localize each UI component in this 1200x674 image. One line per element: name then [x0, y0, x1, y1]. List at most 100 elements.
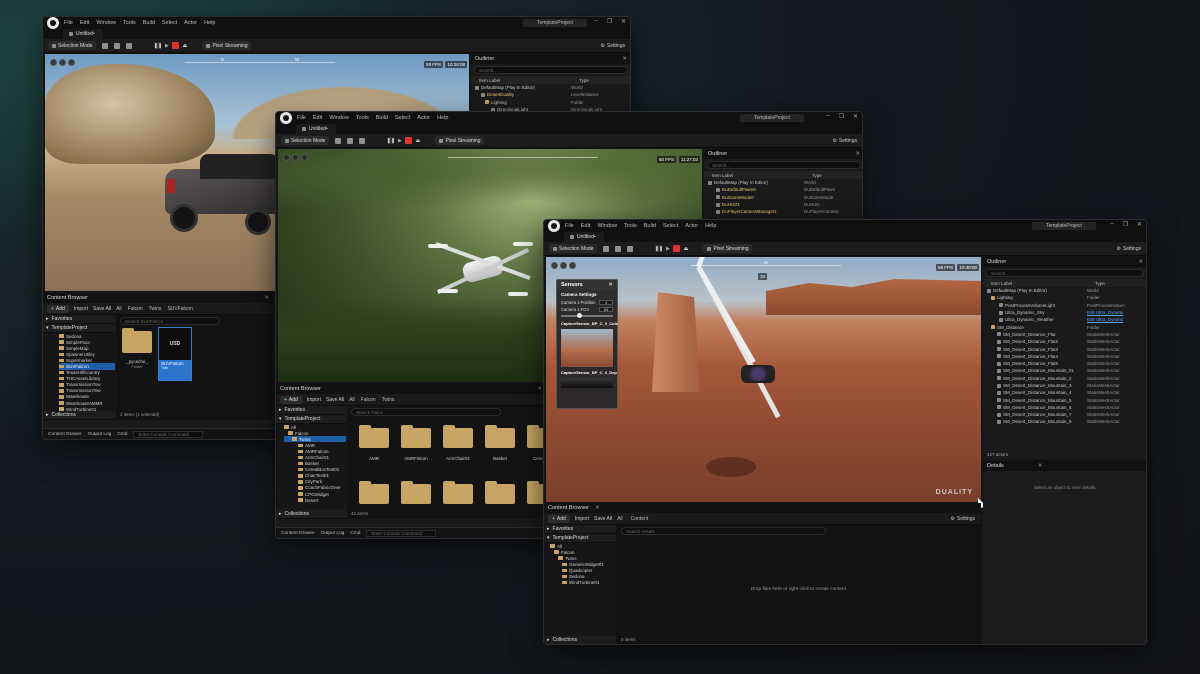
outliner-row[interactable]: DefaultMap (Play In Editor) World — [471, 84, 630, 91]
close-icon[interactable]: ✕ — [1138, 259, 1143, 265]
menu-actor[interactable]: Actor — [184, 20, 197, 26]
folder-tile[interactable]: AMRFalcon — [401, 425, 431, 461]
outliner-row[interactable]: Ultra_Dynamic_Sky Edit Ultra_Dynami — [983, 309, 1146, 316]
breadcrumb-item[interactable]: Content — [631, 516, 649, 522]
pause-icon[interactable]: ❚❚ — [655, 245, 663, 252]
breadcrumb-item[interactable]: All — [617, 516, 623, 522]
stop-icon[interactable] — [172, 42, 180, 49]
outliner-row[interactable]: DuHUD1 DuHUD — [704, 201, 862, 208]
folder-item[interactable]: Desert — [284, 497, 346, 503]
stop-icon[interactable] — [673, 245, 681, 252]
pause-icon[interactable]: ❚❚ — [154, 42, 162, 49]
col-type[interactable]: Type — [812, 173, 822, 178]
folder-tile[interactable] — [359, 481, 389, 504]
minimize-icon[interactable]: – — [594, 18, 597, 25]
maximize-icon[interactable]: ❐ — [607, 18, 612, 25]
console-input[interactable]: Enter Console Command — [366, 529, 437, 537]
folder-tile[interactable]: ArmChair01 — [443, 425, 473, 461]
collections-section[interactable]: ▸ Collections — [544, 636, 616, 644]
level-tab[interactable]: Untitled• — [564, 232, 604, 242]
menu-file[interactable]: File — [297, 115, 306, 121]
selection-mode-button[interactable]: Selection Mode — [281, 136, 330, 145]
folder-tile[interactable] — [443, 481, 473, 504]
breadcrumb-item[interactable]: Twins — [382, 397, 395, 403]
import-button[interactable]: Import — [74, 306, 88, 312]
favorites-section[interactable]: ▸ Favorites — [544, 525, 616, 534]
perspective-icon[interactable] — [292, 154, 299, 161]
menu-build[interactable]: Build — [143, 20, 155, 26]
breadcrumb-item[interactable]: SUVFalcon — [167, 306, 192, 312]
minimize-icon[interactable]: – — [826, 113, 829, 120]
favorites-section[interactable]: ▸ Favorites — [43, 315, 115, 324]
maximize-icon[interactable]: ❐ — [839, 113, 844, 120]
breadcrumb-item[interactable]: Twins — [149, 306, 162, 312]
save-all-button[interactable]: Save All — [93, 306, 111, 312]
close-icon[interactable]: ✕ — [621, 18, 626, 25]
outliner-row[interactable]: DuPlayerCameraManager1 DuPlayerCamera — [704, 208, 862, 215]
asset-tile-selected[interactable]: USD SUVFalcon Twin — [158, 327, 192, 381]
pixel-streaming-button[interactable]: Pixel Streaming — [703, 244, 753, 253]
add-button[interactable]: + Add — [47, 304, 69, 313]
settings-button[interactable]: ⚙ Settings — [600, 43, 625, 49]
project-section[interactable]: ▾ TemplateProject — [43, 324, 115, 333]
outliner-row[interactable]: DefaultMap (Play In Editor) World — [704, 179, 862, 186]
collections-section[interactable]: ▸ Collections — [276, 510, 346, 519]
add-button[interactable]: + Add — [548, 514, 570, 523]
collections-section[interactable]: ▸ Collections — [43, 411, 115, 420]
menu-tools[interactable]: Tools — [624, 223, 637, 229]
outliner-row[interactable]: SM_Desert_Distance_Flat StaticMeshActor — [983, 331, 1146, 338]
eject-icon[interactable]: ⏏ — [682, 245, 689, 252]
menu-file[interactable]: File — [64, 20, 73, 26]
lit-icon[interactable] — [68, 59, 75, 66]
folder-tile[interactable]: _pycache_ Folder — [122, 328, 152, 369]
fov-slider[interactable] — [561, 313, 613, 318]
folder-tile[interactable]: Basket — [485, 425, 515, 461]
content-drawer-button[interactable]: Content Drawer — [48, 432, 82, 437]
menu-select[interactable]: Select — [395, 115, 410, 121]
outliner-row[interactable]: Lighting Folder — [983, 294, 1146, 301]
menu-build[interactable]: Build — [644, 223, 656, 229]
breadcrumb-item[interactable]: All — [349, 397, 355, 403]
settings-button[interactable]: ⚙ Settings — [1116, 246, 1141, 252]
outliner-row[interactable]: DesertDuality LevelInstance — [471, 91, 630, 98]
outliner-search[interactable]: Search... — [474, 66, 628, 74]
camera-fov-input[interactable]: 63 — [599, 307, 613, 312]
cinematics-icon[interactable] — [627, 245, 634, 252]
menu-edit[interactable]: Edit — [313, 115, 322, 121]
minimize-icon[interactable]: – — [1110, 221, 1113, 228]
menu-tools[interactable]: Tools — [123, 20, 136, 26]
close-icon[interactable]: ✕ — [595, 505, 600, 511]
perspective-icon[interactable] — [560, 262, 567, 269]
selection-mode-button[interactable]: Selection Mode — [48, 41, 97, 50]
menu-window[interactable]: Window — [329, 115, 349, 121]
eject-icon[interactable]: ⏏ — [181, 42, 188, 49]
menu-edit[interactable]: Edit — [80, 20, 89, 26]
outliner-row[interactable]: SM_Desert_Distance_Mountain_01 StaticMesh… — [983, 367, 1146, 374]
outliner-row[interactable]: SM_Desert_Distance_Mountain_2 StaticMeshA… — [983, 375, 1146, 382]
menu-window[interactable]: Window — [597, 223, 617, 229]
menu-help[interactable]: Help — [437, 115, 448, 121]
import-button[interactable]: Import — [575, 516, 589, 522]
menu-select[interactable]: Select — [663, 223, 678, 229]
outliner-row[interactable]: SM_Desert_Distance_Flat5 StaticMeshActor — [983, 360, 1146, 367]
menu-help[interactable]: Help — [204, 20, 215, 26]
outliner-row[interactable]: SM_Desert_Distance_Flat3 StaticMeshActor — [983, 345, 1146, 352]
project-section[interactable]: ▾ TemplateProject — [276, 415, 346, 424]
outliner-row[interactable]: SM_Desert_Distance_Mountain_4 StaticMeshA… — [983, 389, 1146, 396]
col-type[interactable]: Type — [1095, 281, 1105, 286]
output-log-button[interactable]: Output Log — [88, 432, 112, 437]
maximize-icon[interactable]: ❐ — [1123, 221, 1128, 228]
project-section[interactable]: ▾ TemplateProject — [544, 534, 616, 543]
outliner-row[interactable]: SM_Desert_Distance_Flat2 StaticMeshActor — [983, 338, 1146, 345]
cinematics-icon[interactable] — [359, 137, 366, 144]
blueprint-icon[interactable] — [615, 245, 622, 252]
close-icon[interactable]: ✕ — [622, 56, 627, 62]
col-item-label[interactable]: Item Label — [991, 281, 1095, 286]
pause-icon[interactable]: ❚❚ — [387, 137, 395, 144]
outliner-row[interactable]: SM_Distance Folder — [983, 323, 1146, 330]
folder-tile[interactable] — [485, 481, 515, 504]
content-drawer-button[interactable]: Content Drawer — [281, 531, 315, 536]
asset-search[interactable]: Search SUVFalcon — [120, 317, 220, 325]
step-icon[interactable]: ▶ — [396, 137, 403, 144]
breadcrumb-item[interactable]: All — [116, 306, 122, 312]
